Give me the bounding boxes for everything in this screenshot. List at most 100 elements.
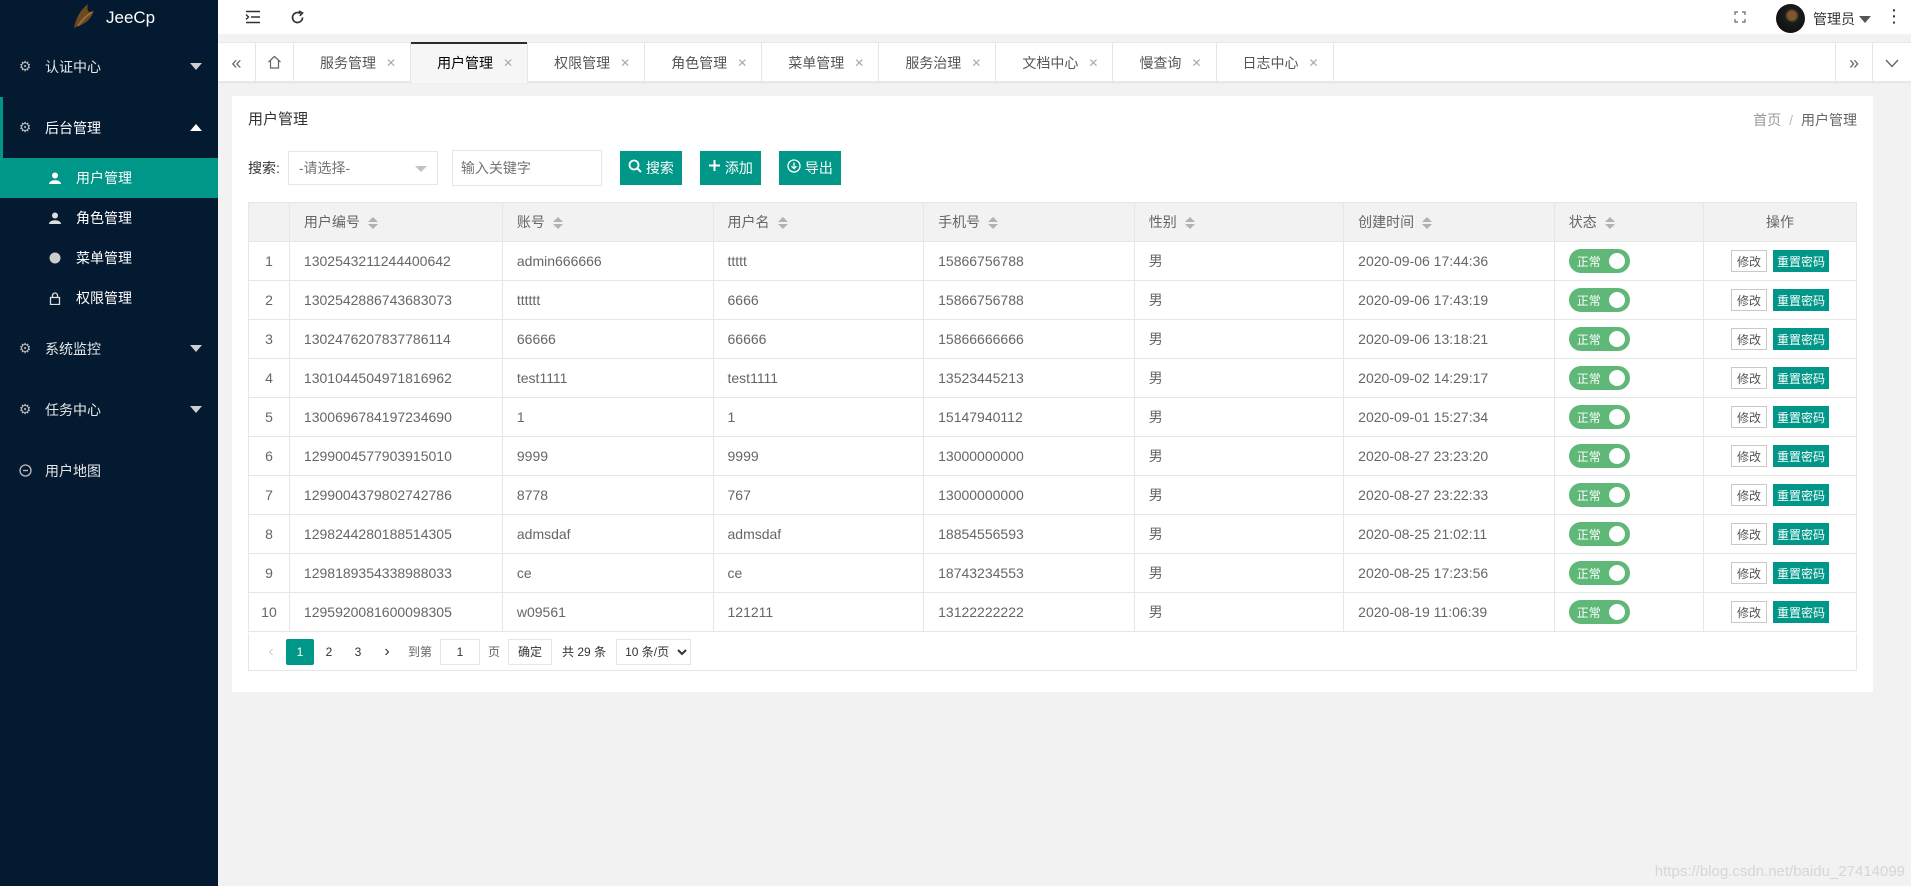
sort-icon[interactable] bbox=[988, 216, 999, 230]
close-icon[interactable]: ✕ bbox=[737, 56, 747, 70]
table-row[interactable]: 2 1302542886743683073 tttttt 6666 1586675678… bbox=[248, 280, 1857, 320]
page-size-select[interactable]: 10 条/页 bbox=[616, 638, 692, 665]
table-row[interactable]: 1 1302543211244400642 admin666666 ttttt 1586… bbox=[248, 241, 1857, 281]
user-menu[interactable]: 管理员 bbox=[1776, 4, 1871, 33]
prev-page-icon[interactable]: ‹ bbox=[257, 639, 285, 665]
table-row[interactable]: 7 1299004379802742786 8778 767 13000000000 男 2… bbox=[248, 475, 1857, 515]
table-row[interactable]: 3 1302476207837786114 66666 66666 1586666666… bbox=[248, 319, 1857, 359]
table-row[interactable]: 5 1300696784197234690 1 1 15147940112 男 2020-0… bbox=[248, 397, 1857, 437]
table-row[interactable]: 9 1298189354338988033 ce ce 18743234553 男 2020… bbox=[248, 553, 1857, 593]
nav-group-system-monitor[interactable]: ⚙ 系统监控 bbox=[0, 318, 218, 379]
tab-role-management[interactable]: 角色管理 ✕ bbox=[645, 43, 763, 83]
export-button[interactable]: 导出 bbox=[778, 151, 841, 185]
tab-doc-center[interactable]: 文档中心 ✕ bbox=[996, 43, 1114, 83]
fullscreen-icon[interactable] bbox=[1729, 6, 1751, 28]
edit-button[interactable]: 修改 bbox=[1731, 250, 1768, 272]
tab-permission-management[interactable]: 权限管理 ✕ bbox=[528, 43, 646, 83]
sort-icon[interactable] bbox=[367, 216, 378, 230]
add-button[interactable]: 添加 bbox=[699, 151, 761, 185]
refresh-icon[interactable] bbox=[286, 6, 308, 28]
tab-log-center[interactable]: 日志中心 ✕ bbox=[1217, 43, 1334, 83]
table-row[interactable]: 10 1295920081600098305 w09561 121211 1312222… bbox=[248, 592, 1857, 632]
scroll-right-icon[interactable]: » bbox=[1835, 43, 1873, 83]
next-page-icon[interactable]: › bbox=[373, 639, 401, 665]
edit-button[interactable]: 修改 bbox=[1731, 406, 1768, 428]
sort-icon[interactable] bbox=[1604, 216, 1615, 230]
table-row[interactable]: 4 1301044504971816962 test1111 test1111 1352… bbox=[248, 358, 1857, 398]
nav-group-backend[interactable]: ⚙ 后台管理 bbox=[0, 97, 218, 158]
tab-service-governance[interactable]: 服务治理 ✕ bbox=[879, 43, 997, 83]
more-vertical-icon[interactable]: ⋮ bbox=[1885, 6, 1903, 27]
column-header-gender[interactable]: 性别 bbox=[1133, 202, 1345, 242]
menu-toggle-icon[interactable] bbox=[242, 6, 264, 28]
sidebar-item-role-management[interactable]: 角色管理 bbox=[0, 198, 218, 238]
status-switch[interactable]: 正常 bbox=[1568, 444, 1630, 468]
reset-password-button[interactable]: 重置密码 bbox=[1773, 406, 1830, 428]
tab-slow-query[interactable]: 慢查询 ✕ bbox=[1113, 43, 1217, 83]
status-switch[interactable]: 正常 bbox=[1568, 327, 1630, 351]
column-header-phone[interactable]: 手机号 bbox=[923, 202, 1135, 242]
reset-password-button[interactable]: 重置密码 bbox=[1773, 484, 1830, 506]
nav-group-user-map[interactable]: 用户地图 bbox=[0, 440, 218, 501]
edit-button[interactable]: 修改 bbox=[1731, 484, 1768, 506]
search-field-select[interactable]: -请选择- bbox=[287, 151, 438, 185]
edit-button[interactable]: 修改 bbox=[1731, 601, 1768, 623]
page-2-button[interactable]: 2 bbox=[315, 639, 343, 665]
tab-service-management[interactable]: 服务管理 ✕ bbox=[294, 43, 412, 83]
status-switch[interactable]: 正常 bbox=[1568, 249, 1630, 273]
keyword-input[interactable] bbox=[451, 150, 602, 186]
close-icon[interactable]: ✕ bbox=[1309, 56, 1319, 70]
page-1-button[interactable]: 1 bbox=[286, 638, 314, 665]
tab-menu-chevron-down-icon[interactable] bbox=[1873, 43, 1911, 83]
status-switch[interactable]: 正常 bbox=[1568, 288, 1630, 312]
close-icon[interactable]: ✕ bbox=[503, 56, 513, 70]
breadcrumb-home[interactable]: 首页 bbox=[1753, 112, 1781, 128]
edit-button[interactable]: 修改 bbox=[1731, 445, 1768, 467]
sidebar-item-permission-management[interactable]: 权限管理 bbox=[0, 278, 218, 318]
reset-password-button[interactable]: 重置密码 bbox=[1773, 328, 1830, 350]
status-switch[interactable]: 正常 bbox=[1568, 366, 1630, 390]
page-number-input[interactable] bbox=[440, 638, 481, 665]
column-header-id[interactable]: 用户编号 bbox=[288, 202, 503, 242]
nav-group-auth-center[interactable]: ⚙ 认证中心 bbox=[0, 36, 218, 97]
page-3-button[interactable]: 3 bbox=[344, 639, 372, 665]
reset-password-button[interactable]: 重置密码 bbox=[1773, 562, 1830, 584]
table-row[interactable]: 6 1299004577903915010 9999 9999 13000000000 男… bbox=[248, 436, 1857, 476]
close-icon[interactable]: ✕ bbox=[854, 56, 864, 70]
scroll-left-icon[interactable]: « bbox=[218, 43, 256, 83]
reset-password-button[interactable]: 重置密码 bbox=[1773, 250, 1830, 272]
tab-menu-management[interactable]: 菜单管理 ✕ bbox=[762, 43, 880, 83]
column-header-username[interactable]: 用户名 bbox=[712, 202, 925, 242]
edit-button[interactable]: 修改 bbox=[1731, 328, 1768, 350]
column-header-account[interactable]: 账号 bbox=[501, 202, 714, 242]
edit-button[interactable]: 修改 bbox=[1731, 289, 1768, 311]
reset-password-button[interactable]: 重置密码 bbox=[1773, 523, 1830, 545]
sidebar-item-user-management[interactable]: 用户管理 bbox=[0, 158, 218, 198]
goto-confirm-button[interactable]: 确定 bbox=[508, 638, 553, 665]
sidebar-item-menu-management[interactable]: 菜单管理 bbox=[0, 238, 218, 278]
app-logo[interactable]: JeeCp bbox=[0, 0, 218, 36]
close-icon[interactable]: ✕ bbox=[386, 56, 396, 70]
edit-button[interactable]: 修改 bbox=[1731, 367, 1768, 389]
column-header-status[interactable]: 状态 bbox=[1553, 202, 1705, 242]
reset-password-button[interactable]: 重置密码 bbox=[1773, 289, 1830, 311]
status-switch[interactable]: 正常 bbox=[1568, 561, 1630, 585]
status-switch[interactable]: 正常 bbox=[1568, 600, 1630, 624]
close-icon[interactable]: ✕ bbox=[620, 56, 630, 70]
status-switch[interactable]: 正常 bbox=[1568, 483, 1630, 507]
edit-button[interactable]: 修改 bbox=[1731, 523, 1768, 545]
reset-password-button[interactable]: 重置密码 bbox=[1773, 601, 1830, 623]
close-icon[interactable]: ✕ bbox=[1088, 56, 1098, 70]
reset-password-button[interactable]: 重置密码 bbox=[1773, 445, 1830, 467]
sort-icon[interactable] bbox=[777, 216, 788, 230]
table-row[interactable]: 8 1298244280188514305 admsdaf admsdaf 188545… bbox=[248, 514, 1857, 554]
close-icon[interactable]: ✕ bbox=[971, 56, 981, 70]
close-icon[interactable]: ✕ bbox=[1191, 56, 1201, 70]
tab-user-management[interactable]: 用户管理 ✕ bbox=[411, 42, 529, 83]
column-header-created[interactable]: 创建时间 bbox=[1343, 202, 1555, 242]
tab-home[interactable] bbox=[256, 43, 294, 83]
sort-icon[interactable] bbox=[1184, 216, 1195, 230]
edit-button[interactable]: 修改 bbox=[1731, 562, 1768, 584]
sort-icon[interactable] bbox=[1422, 216, 1433, 230]
status-switch[interactable]: 正常 bbox=[1568, 405, 1630, 429]
